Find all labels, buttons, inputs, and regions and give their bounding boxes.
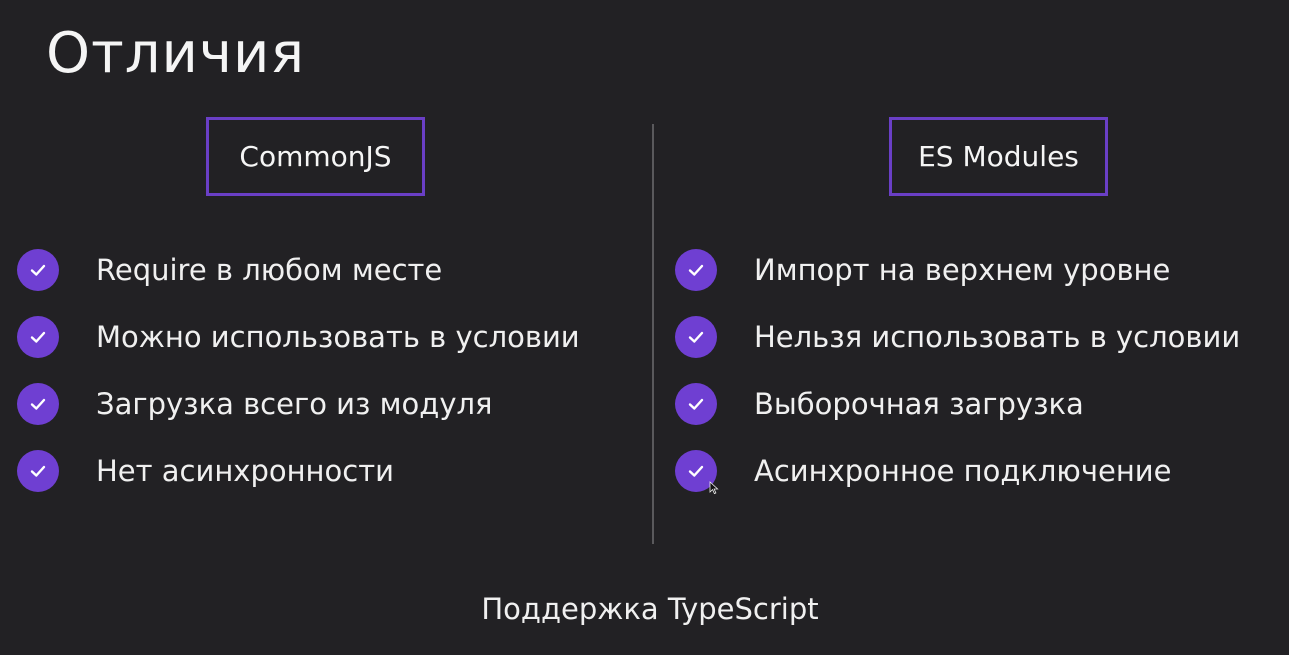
list-item-label: Нельзя использовать в условии xyxy=(754,319,1241,354)
slide-title: Отличия xyxy=(46,21,306,86)
list-item-label: Загрузка всего из модуля xyxy=(96,386,493,421)
es-modules-feature-list: Импорт на верхнем уровне Нельзя использо… xyxy=(675,236,1240,504)
list-item: Загрузка всего из модуля xyxy=(17,370,580,437)
column-divider xyxy=(652,124,654,544)
commonjs-header-label: CommonJS xyxy=(239,140,392,173)
commonjs-feature-list: Require в любом месте Можно использовать… xyxy=(17,236,580,504)
list-item-label: Нет асинхронности xyxy=(96,453,394,488)
list-item: Выборочная загрузка xyxy=(675,370,1240,437)
commonjs-header: CommonJS xyxy=(206,117,425,196)
mouse-cursor-icon xyxy=(709,481,719,495)
check-icon xyxy=(675,315,717,358)
list-item-label: Асинхронное подключение xyxy=(754,453,1172,488)
footer-topic: Поддержка TypeScript xyxy=(481,592,819,626)
check-icon xyxy=(17,315,59,358)
check-icon xyxy=(17,248,59,291)
es-modules-header: ES Modules xyxy=(889,117,1108,196)
list-item-label: Можно использовать в условии xyxy=(96,319,580,354)
list-item-label: Импорт на верхнем уровне xyxy=(754,252,1171,287)
list-item-label: Выборочная загрузка xyxy=(754,386,1084,421)
list-item: Нет асинхронности xyxy=(17,437,580,504)
es-modules-header-label: ES Modules xyxy=(918,140,1079,173)
check-icon xyxy=(17,449,59,492)
list-item-label: Require в любом месте xyxy=(96,252,443,287)
list-item: Нельзя использовать в условии xyxy=(675,303,1240,370)
check-icon xyxy=(17,382,59,425)
list-item: Асинхронное подключение xyxy=(675,437,1240,504)
check-icon xyxy=(675,248,717,291)
check-icon xyxy=(675,382,717,425)
list-item: Можно использовать в условии xyxy=(17,303,580,370)
list-item: Импорт на верхнем уровне xyxy=(675,236,1240,303)
list-item: Require в любом месте xyxy=(17,236,580,303)
